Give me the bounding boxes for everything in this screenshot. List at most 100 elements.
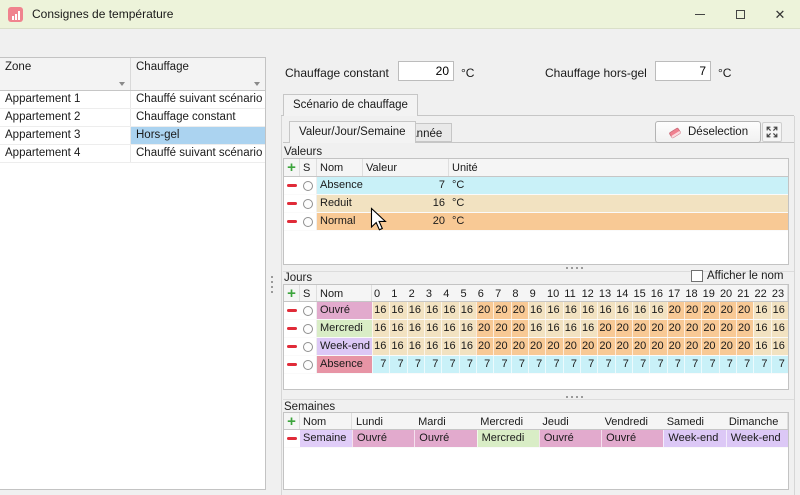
hour-value-cell[interactable]: 16 <box>771 320 788 337</box>
hour-value-cell[interactable]: 16 <box>753 338 770 355</box>
hour-value-cell[interactable]: 20 <box>667 320 684 337</box>
hour-value-cell[interactable]: 16 <box>563 320 580 337</box>
hour-value-cell[interactable]: 7 <box>771 356 788 373</box>
hour-value-cell[interactable]: 7 <box>615 356 632 373</box>
value-value-cell[interactable]: 20 <box>363 213 449 230</box>
zone-table-row[interactable]: Appartement 4Chauffé suivant scénario <box>0 145 265 163</box>
week-day-cell[interactable]: Mercredi <box>477 430 539 447</box>
hour-value-cell[interactable]: 16 <box>407 320 424 337</box>
day-row[interactable]: Week-end16161616161620202020202020202020… <box>284 338 788 356</box>
week-name-cell[interactable]: Semaine <box>300 430 352 447</box>
horizontal-splitter-1[interactable] <box>566 267 583 269</box>
hour-value-cell[interactable]: 20 <box>580 338 597 355</box>
add-value-button[interactable]: + <box>284 159 300 176</box>
hour-value-cell[interactable]: 7 <box>441 356 458 373</box>
week-row[interactable]: SemaineOuvréOuvréMercrediOuvréOuvréWeek-… <box>284 430 788 448</box>
hour-value-cell[interactable]: 20 <box>615 320 632 337</box>
chauffage-cell[interactable]: Chauffé suivant scénario <box>131 145 265 162</box>
delete-value-button[interactable] <box>284 195 300 212</box>
hour-value-cell[interactable]: 20 <box>615 338 632 355</box>
value-row[interactable]: Absence7°C <box>284 177 788 195</box>
hour-value-cell[interactable]: 20 <box>701 320 718 337</box>
hour-value-cell[interactable]: 20 <box>684 302 701 319</box>
hour-value-cell[interactable]: 16 <box>545 320 562 337</box>
maximize-button[interactable] <box>720 0 760 28</box>
value-unit-cell[interactable]: °C <box>449 213 788 230</box>
hour-value-cell[interactable]: 16 <box>563 302 580 319</box>
hour-value-cell[interactable]: 20 <box>632 320 649 337</box>
week-day-cell[interactable]: Week-end <box>726 430 788 447</box>
zone-cell[interactable]: Appartement 3 <box>0 127 131 144</box>
hour-value-cell[interactable]: 20 <box>511 338 528 355</box>
hour-value-cell[interactable]: 7 <box>372 356 389 373</box>
day-name-cell[interactable]: Ouvré <box>317 302 372 319</box>
select-value-radio[interactable] <box>300 213 317 230</box>
expand-button[interactable] <box>762 122 782 142</box>
delete-week-button[interactable] <box>284 430 300 447</box>
zone-table-row[interactable]: Appartement 1Chauffé suivant scénario <box>0 91 265 109</box>
delete-day-button[interactable] <box>284 338 300 355</box>
hour-value-cell[interactable]: 16 <box>459 302 476 319</box>
hour-value-cell[interactable]: 16 <box>615 302 632 319</box>
zone-cell[interactable]: Appartement 1 <box>0 91 131 108</box>
hour-value-cell[interactable]: 7 <box>459 356 476 373</box>
delete-day-button[interactable] <box>284 302 300 319</box>
hour-value-cell[interactable]: 20 <box>719 338 736 355</box>
hour-value-cell[interactable]: 16 <box>528 302 545 319</box>
zone-filter-arrow-icon[interactable] <box>119 82 125 86</box>
hour-value-cell[interactable]: 16 <box>632 302 649 319</box>
hour-value-cell[interactable]: 20 <box>684 338 701 355</box>
hour-value-cell[interactable]: 16 <box>753 320 770 337</box>
hour-value-cell[interactable]: 20 <box>736 302 753 319</box>
hour-value-cell[interactable]: 16 <box>441 338 458 355</box>
hour-value-cell[interactable]: 16 <box>372 320 389 337</box>
hour-value-cell[interactable]: 7 <box>407 356 424 373</box>
hour-value-cell[interactable]: 16 <box>649 302 666 319</box>
close-button[interactable]: ✕ <box>760 0 800 28</box>
value-name-cell[interactable]: Reduit <box>317 195 363 212</box>
select-value-radio[interactable] <box>300 195 317 212</box>
hour-value-cell[interactable]: 20 <box>719 302 736 319</box>
value-value-cell[interactable]: 7 <box>363 177 449 194</box>
hour-value-cell[interactable]: 20 <box>632 338 649 355</box>
value-value-cell[interactable]: 16 <box>363 195 449 212</box>
hour-value-cell[interactable]: 7 <box>545 356 562 373</box>
hour-value-cell[interactable]: 16 <box>771 302 788 319</box>
hour-value-cell[interactable]: 16 <box>459 320 476 337</box>
hour-value-cell[interactable]: 7 <box>528 356 545 373</box>
hour-value-cell[interactable]: 7 <box>424 356 441 373</box>
value-name-cell[interactable]: Absence <box>317 177 363 194</box>
hour-value-cell[interactable]: 16 <box>372 338 389 355</box>
chauffage-horsgel-input[interactable] <box>655 61 711 81</box>
select-day-radio[interactable] <box>300 320 317 337</box>
value-row[interactable]: Normal20°C <box>284 213 788 231</box>
hour-value-cell[interactable]: 20 <box>563 338 580 355</box>
week-day-cell[interactable]: Ouvré <box>352 430 414 447</box>
value-name-cell[interactable]: Normal <box>317 213 363 230</box>
hour-value-cell[interactable]: 7 <box>719 356 736 373</box>
chauffage-cell[interactable]: Chauffage constant <box>131 109 265 126</box>
add-day-button[interactable]: + <box>284 285 300 301</box>
afficher-le-nom-checkbox[interactable] <box>691 270 703 282</box>
tab-valeur-jour-semaine[interactable]: Valeur/Jour/Semaine <box>289 121 416 143</box>
chauffage-cell[interactable]: Chauffé suivant scénario <box>131 91 265 108</box>
value-unit-cell[interactable]: °C <box>449 177 788 194</box>
day-row[interactable]: Absence777777777777777777777777 <box>284 356 788 374</box>
week-day-cell[interactable]: Ouvré <box>414 430 476 447</box>
hour-value-cell[interactable]: 20 <box>736 338 753 355</box>
hour-value-cell[interactable]: 16 <box>545 302 562 319</box>
hour-value-cell[interactable]: 20 <box>545 338 562 355</box>
hour-value-cell[interactable]: 7 <box>511 356 528 373</box>
hour-value-cell[interactable]: 16 <box>407 302 424 319</box>
week-day-cell[interactable]: Ouvré <box>601 430 663 447</box>
day-name-cell[interactable]: Mercredi <box>317 320 372 337</box>
hour-value-cell[interactable]: 20 <box>476 338 493 355</box>
hour-value-cell[interactable]: 16 <box>389 302 406 319</box>
hour-value-cell[interactable]: 16 <box>771 338 788 355</box>
hour-value-cell[interactable]: 20 <box>511 302 528 319</box>
hour-value-cell[interactable]: 16 <box>580 320 597 337</box>
hour-value-cell[interactable]: 20 <box>701 338 718 355</box>
hour-value-cell[interactable]: 20 <box>719 320 736 337</box>
value-unit-cell[interactable]: °C <box>449 195 788 212</box>
hour-value-cell[interactable]: 20 <box>649 338 666 355</box>
